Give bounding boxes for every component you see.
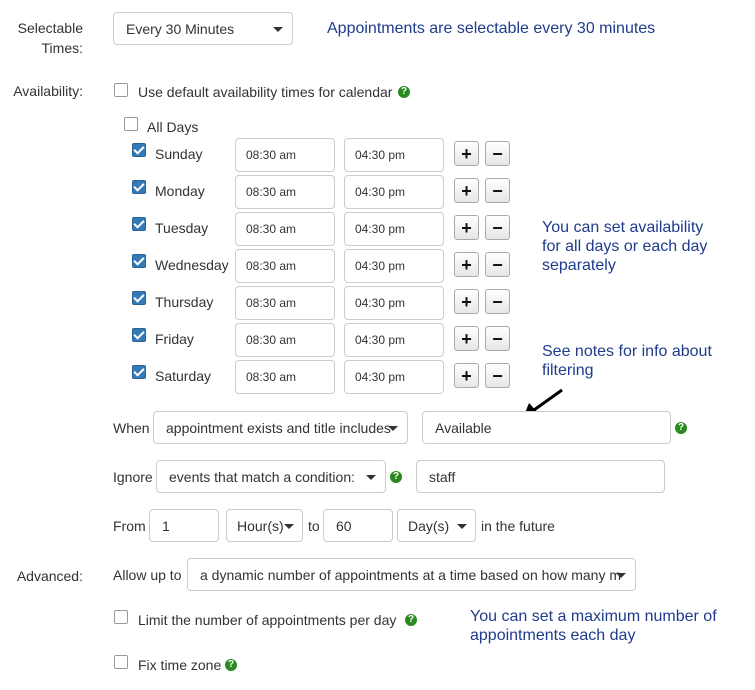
chevron-down-icon: [616, 572, 626, 578]
chevron-down-icon: [457, 523, 467, 529]
chevron-down-icon: [366, 474, 376, 480]
remove-time-button[interactable]: −: [485, 326, 510, 351]
allow-up-to-label: Allow up to: [113, 567, 182, 583]
day-checkbox[interactable]: [132, 143, 146, 157]
end-time-input[interactable]: 04:30 pm: [344, 249, 444, 283]
remove-time-button[interactable]: −: [485, 252, 510, 277]
from-label: From: [113, 518, 146, 534]
help-icon[interactable]: ?: [225, 659, 237, 671]
ignore-label: Ignore: [113, 469, 153, 485]
add-time-button[interactable]: +: [454, 326, 479, 351]
start-time-input[interactable]: 08:30 am: [235, 360, 335, 394]
remove-time-button[interactable]: −: [485, 289, 510, 314]
start-time-input[interactable]: 08:30 am: [235, 323, 335, 357]
start-time-input[interactable]: 08:30 am: [235, 249, 335, 283]
day-label: Saturday: [155, 368, 212, 384]
selectable-times-value: Every 30 Minutes: [126, 20, 235, 37]
start-time-input[interactable]: 08:30 am: [235, 175, 335, 209]
start-time-input[interactable]: 08:30 am: [235, 138, 335, 172]
chevron-down-icon: [284, 523, 294, 529]
when-condition-select[interactable]: appointment exists and title includes: [153, 411, 408, 444]
to-value-input[interactable]: 60: [323, 509, 393, 542]
note-max-per-day: You can set a maximum number of appointm…: [470, 608, 717, 644]
help-icon[interactable]: ?: [390, 471, 402, 483]
note-filtering: See notes for info about filtering: [542, 343, 712, 379]
day-label: Tuesday: [155, 220, 209, 236]
availability-label: Availability:: [13, 83, 83, 99]
day-label: Wednesday: [155, 257, 229, 273]
help-icon[interactable]: ?: [675, 422, 687, 434]
ignore-value-input[interactable]: staff: [416, 460, 665, 493]
note-selectable: Appointments are selectable every 30 min…: [327, 20, 656, 37]
end-time-input[interactable]: 04:30 pm: [344, 175, 444, 209]
from-unit-value: Hour(s): [237, 517, 284, 534]
remove-time-button[interactable]: −: [485, 215, 510, 240]
start-time-input[interactable]: 08:30 am: [235, 212, 335, 246]
remove-time-button[interactable]: −: [485, 363, 510, 388]
ignore-condition-value: events that match a condition:: [169, 468, 355, 485]
to-unit-select[interactable]: Day(s): [397, 509, 476, 542]
end-time-input[interactable]: 04:30 pm: [344, 323, 444, 357]
chevron-down-icon: [388, 425, 398, 431]
add-time-button[interactable]: +: [454, 178, 479, 203]
help-icon[interactable]: ?: [405, 614, 417, 626]
allow-up-to-value: a dynamic number of appointments at a ti…: [200, 566, 621, 583]
fix-time-zone-checkbox[interactable]: [114, 655, 128, 669]
day-checkbox[interactable]: [132, 254, 146, 268]
end-time-input[interactable]: 04:30 pm: [344, 360, 444, 394]
when-label: When: [113, 420, 150, 436]
limit-per-day-checkbox[interactable]: [114, 610, 128, 624]
remove-time-button[interactable]: −: [485, 178, 510, 203]
advanced-label: Advanced:: [16, 568, 83, 584]
day-label: Friday: [155, 331, 194, 347]
limit-per-day-label: Limit the number of appointments per day: [138, 612, 397, 628]
help-icon[interactable]: ?: [398, 86, 410, 98]
to-unit-value: Day(s): [408, 517, 450, 534]
remove-time-button[interactable]: −: [485, 141, 510, 166]
add-time-button[interactable]: +: [454, 141, 479, 166]
when-value-input[interactable]: Available: [422, 411, 671, 444]
all-days-label: All Days: [147, 119, 199, 135]
day-label: Thursday: [155, 294, 214, 310]
add-time-button[interactable]: +: [454, 363, 479, 388]
from-value-input[interactable]: 1: [149, 509, 219, 542]
to-label: to: [308, 518, 320, 534]
when-condition-value: appointment exists and title includes: [166, 419, 391, 436]
start-time-input[interactable]: 08:30 am: [235, 286, 335, 320]
use-default-label: Use default availability times for calen…: [138, 84, 393, 100]
note-availability: You can set availability for all days or…: [542, 219, 708, 274]
day-label: Monday: [155, 183, 205, 199]
allow-up-to-select[interactable]: a dynamic number of appointments at a ti…: [187, 558, 636, 591]
fix-time-zone-label: Fix time zone: [138, 657, 222, 673]
add-time-button[interactable]: +: [454, 252, 479, 277]
ignore-condition-select[interactable]: events that match a condition:: [156, 460, 386, 493]
selectable-times-label: Selectable Times:: [17, 20, 83, 56]
day-label: Sunday: [155, 146, 203, 162]
day-checkbox[interactable]: [132, 217, 146, 231]
day-checkbox[interactable]: [132, 180, 146, 194]
add-time-button[interactable]: +: [454, 289, 479, 314]
end-time-input[interactable]: 04:30 pm: [344, 212, 444, 246]
selectable-times-select[interactable]: Every 30 Minutes: [113, 12, 293, 45]
use-default-checkbox[interactable]: [114, 83, 128, 97]
day-checkbox[interactable]: [132, 365, 146, 379]
end-time-input[interactable]: 04:30 pm: [344, 286, 444, 320]
day-checkbox[interactable]: [132, 328, 146, 342]
day-checkbox[interactable]: [132, 291, 146, 305]
from-unit-select[interactable]: Hour(s): [226, 509, 303, 542]
future-suffix: in the future: [481, 518, 555, 534]
end-time-input[interactable]: 04:30 pm: [344, 138, 444, 172]
all-days-checkbox[interactable]: [124, 117, 138, 131]
add-time-button[interactable]: +: [454, 215, 479, 240]
chevron-down-icon: [273, 26, 283, 32]
